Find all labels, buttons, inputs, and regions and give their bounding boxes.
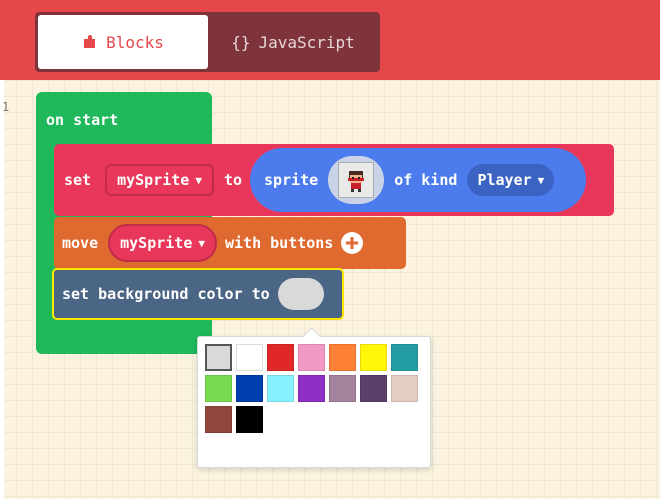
color-swatch[interactable] xyxy=(298,375,325,402)
set-label: set xyxy=(64,171,92,189)
sprite-variable-dropdown[interactable]: mySprite ▼ xyxy=(105,164,214,196)
sprite-of-kind-block[interactable]: sprite of kind Player ▼ xyxy=(250,148,587,212)
chevron-down-icon: ▼ xyxy=(537,173,545,187)
set-sprite-block[interactable]: set mySprite ▼ to sprite of kind Player … xyxy=(54,144,614,216)
move-sprite-dropdown[interactable]: mySprite ▼ xyxy=(108,224,217,262)
color-swatch[interactable] xyxy=(236,406,263,433)
color-swatch[interactable] xyxy=(298,344,325,371)
braces-icon: {} xyxy=(231,32,251,52)
sprite-thumbnail xyxy=(338,162,375,198)
move-sprite-value: mySprite xyxy=(120,234,193,252)
add-parameter-button[interactable] xyxy=(341,232,364,254)
kind-value: Player xyxy=(477,171,532,189)
tab-javascript[interactable]: {} JavaScript xyxy=(208,15,378,69)
color-swatch[interactable] xyxy=(360,344,387,371)
color-swatch[interactable] xyxy=(267,344,294,371)
chevron-down-icon: ▼ xyxy=(195,173,202,187)
move-label: move xyxy=(62,234,99,252)
color-swatch[interactable] xyxy=(391,375,418,402)
plus-icon xyxy=(346,237,359,249)
editor-header: Blocks {} JavaScript xyxy=(0,0,660,80)
chevron-down-icon: ▼ xyxy=(198,236,205,250)
workspace-left-edge xyxy=(0,80,4,499)
set-background-color-block[interactable]: set background color to xyxy=(52,268,344,320)
with-buttons-label: with buttons xyxy=(225,234,334,252)
color-swatch[interactable] xyxy=(267,375,294,402)
app-window: Blocks {} JavaScript 1 on start set mySp… xyxy=(0,0,660,499)
tab-javascript-label: JavaScript xyxy=(258,32,355,52)
sprite-image-picker[interactable] xyxy=(328,156,385,204)
on-start-label: on start xyxy=(46,111,119,129)
color-swatch[interactable] xyxy=(236,344,263,371)
of-kind-label: of kind xyxy=(394,171,458,189)
color-swatch[interactable] xyxy=(329,344,356,371)
move-with-buttons-block[interactable]: move mySprite ▼ with buttons xyxy=(54,217,406,269)
kind-dropdown[interactable]: Player ▼ xyxy=(467,164,555,196)
color-palette-popup xyxy=(197,327,431,468)
tab-blocks-label: Blocks xyxy=(106,32,164,52)
to-label: to xyxy=(223,171,243,189)
workspace-marker: 1 xyxy=(2,100,10,114)
set-background-label: set background color to xyxy=(62,285,270,303)
tab-blocks[interactable]: Blocks xyxy=(38,15,208,69)
player-sprite-icon xyxy=(348,171,365,192)
color-swatch[interactable] xyxy=(205,406,232,433)
color-swatch[interactable] xyxy=(360,375,387,402)
color-swatch[interactable] xyxy=(391,344,418,371)
sprite-label: sprite xyxy=(264,171,319,189)
sprite-variable-value: mySprite xyxy=(117,171,190,189)
puzzle-piece-icon xyxy=(84,35,96,48)
color-swatch[interactable] xyxy=(236,375,263,402)
color-swatch[interactable] xyxy=(205,375,232,402)
color-swatch-field[interactable] xyxy=(277,278,324,310)
color-swatch[interactable] xyxy=(329,375,356,402)
editor-mode-toggle: Blocks {} JavaScript xyxy=(35,12,380,72)
color-swatch[interactable] xyxy=(205,344,232,371)
